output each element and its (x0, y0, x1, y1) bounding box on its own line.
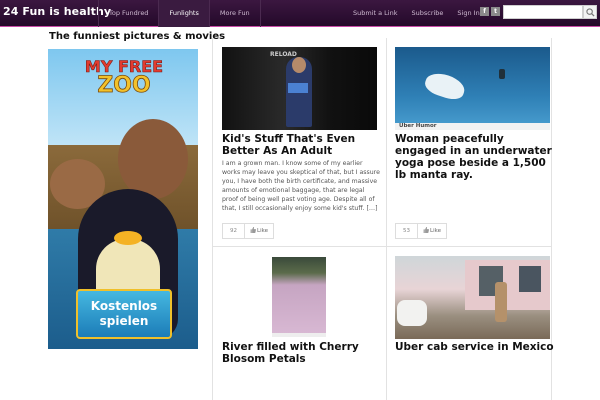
card-excerpt: I am a grown man. I know some of my earl… (222, 160, 380, 212)
card-title[interactable]: Kid's Stuff That's Even Better As An Adu… (222, 133, 382, 157)
grid-divider (212, 246, 552, 247)
grid-divider (212, 38, 213, 400)
image-brand-label: Uber Humor (399, 123, 437, 129)
penguin-beak (114, 231, 142, 245)
grid-divider (386, 38, 387, 400)
ad-play-button[interactable]: Kostenlos spielen (76, 289, 172, 339)
card-title[interactable]: River filled with Cherry Blosom Petals (222, 341, 382, 365)
search-input[interactable] (503, 5, 583, 19)
submit-link[interactable]: Submit a Link (346, 0, 404, 27)
building-window (519, 266, 541, 292)
ad-logo-line2: ZOO (97, 73, 151, 98)
card-image-cherry-blossom-river[interactable] (272, 257, 326, 337)
like-button[interactable]: Like (418, 224, 446, 238)
ad-cta-line1: Kostenlos (90, 299, 158, 313)
search-button[interactable] (583, 5, 597, 19)
man-shape (495, 282, 507, 322)
subscribe-link[interactable]: Subscribe (404, 0, 450, 27)
advertisement-banner[interactable]: MY FREE ZOO Kostenlos spielen (48, 49, 198, 349)
like-button[interactable]: Like (245, 224, 273, 238)
like-widget: 92 Like (222, 223, 274, 239)
thumbs-up-icon (250, 227, 256, 233)
like-count: 53 (396, 224, 418, 238)
facebook-icon[interactable]: f (480, 7, 489, 16)
like-label: Like (257, 228, 268, 234)
light-glow (288, 83, 308, 93)
card-image-underwater-yoga[interactable]: Uber Humor (395, 47, 550, 130)
like-label: Like (430, 228, 441, 234)
thumbs-up-icon (423, 227, 429, 233)
twitter-icon[interactable]: t (491, 7, 500, 16)
main-nav: Top Fundred Funlights More Fun (98, 0, 261, 27)
card-title[interactable]: Woman peacefully engaged in an underwate… (395, 133, 555, 181)
nav-item-funlights[interactable]: Funlights (158, 0, 209, 27)
ad-logo: MY FREE ZOO (78, 57, 170, 103)
ad-cta-line2: spielen (99, 314, 149, 328)
walrus-illustration (118, 119, 188, 199)
site-title[interactable]: 24 Fun is healthy (3, 5, 111, 18)
card-image-uber-cab-mexico[interactable] (395, 256, 550, 339)
image-caption-strip (272, 333, 326, 337)
card-title[interactable]: Uber cab service in Mexico (395, 341, 555, 353)
search-icon (586, 8, 595, 17)
manta-ray-shape (422, 69, 468, 103)
diver-shape (499, 69, 505, 79)
like-count: 92 (223, 224, 245, 238)
like-widget: 53 Like (395, 223, 447, 239)
top-bar: 24 Fun is healthy Top Fundred Funlights … (0, 0, 600, 27)
person-head (292, 57, 306, 73)
nav-item-top-fundred[interactable]: Top Fundred (98, 0, 158, 27)
horse-shape (397, 300, 427, 326)
card-image-kids-stuff[interactable]: RELOAD (222, 47, 377, 130)
section-title: The funniest pictures & movies (49, 31, 226, 42)
nav-item-more-fun[interactable]: More Fun (208, 0, 261, 27)
account-links: Submit a Link Subscribe Sign In (346, 0, 487, 27)
